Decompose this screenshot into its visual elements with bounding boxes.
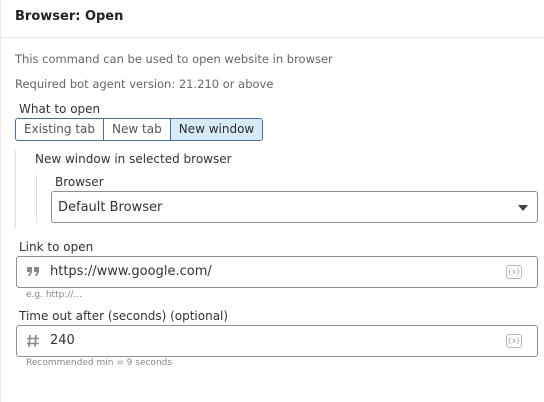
timeout-hint: Recommended min = 9 seconds <box>26 358 173 368</box>
new-window-heading: New window in selected browser <box>35 152 232 166</box>
browser-dropdown[interactable]: Default Browser <box>51 191 538 223</box>
timeout-label: Time out after (seconds) (optional) <box>19 309 229 323</box>
indent-rule-inner <box>36 175 37 223</box>
version-requirement: Required bot agent version: 21.210 or ab… <box>15 77 274 91</box>
page-title: Browser: Open <box>15 9 124 24</box>
browser-selected-value: Default Browser <box>58 200 163 215</box>
quote-icon <box>25 264 41 280</box>
indent-rule-outer <box>15 150 16 228</box>
option-new-window[interactable]: New window <box>170 119 263 140</box>
link-hint: e.g. http://... <box>26 290 82 300</box>
timeout-value: 240 <box>50 333 75 348</box>
number-icon <box>25 333 41 349</box>
what-to-open-selector: Existing tab New tab New window <box>15 118 264 141</box>
chevron-down-icon <box>518 205 528 211</box>
hash-icon-graphic <box>27 334 39 348</box>
title-divider <box>0 37 544 38</box>
variable-insert-icon[interactable]: {x} <box>506 265 522 279</box>
timeout-input[interactable]: 240 {x} <box>16 325 538 357</box>
variable-insert-icon[interactable]: {x} <box>506 334 522 348</box>
browser-label: Browser <box>55 175 104 189</box>
link-label: Link to open <box>19 240 94 254</box>
panel-left-border <box>0 0 1 402</box>
description-text: This command can be used to open website… <box>15 52 333 66</box>
quote-icon-graphic <box>27 267 39 276</box>
link-value: https://www.google.com/ <box>50 264 212 279</box>
command-panel: Browser: Open This command can be used t… <box>0 0 544 402</box>
option-new-tab[interactable]: New tab <box>104 119 171 140</box>
link-input[interactable]: https://www.google.com/ {x} <box>16 256 538 288</box>
what-to-open-label: What to open <box>19 102 101 116</box>
option-existing-tab[interactable]: Existing tab <box>16 119 105 140</box>
